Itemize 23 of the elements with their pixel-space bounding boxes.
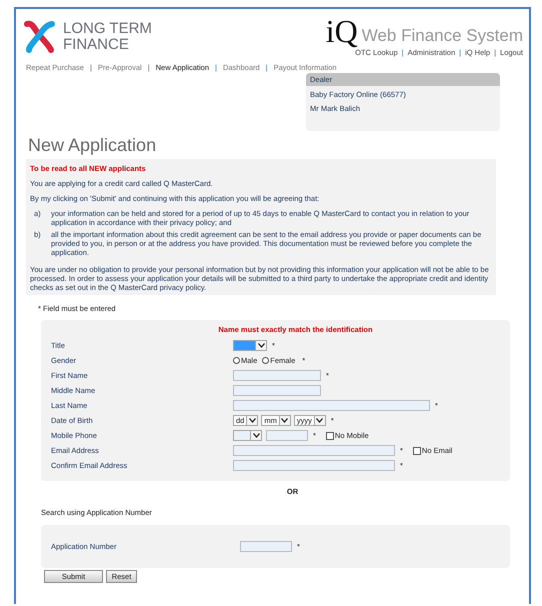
caret-icon [258,343,264,348]
logo-icon [23,18,57,54]
title-select[interactable] [233,340,267,351]
checkbox[interactable] [326,432,334,440]
caret-icon [316,418,324,423]
text-field[interactable] [240,541,292,552]
brand-mark: iQ [326,16,358,46]
caret-icon [248,418,256,423]
page-title: New Application [28,135,158,156]
text-field[interactable] [233,385,321,396]
text-field[interactable] [233,460,395,471]
text-field[interactable] [266,430,308,441]
caret-icon [252,433,260,438]
text-field[interactable] [233,445,395,456]
radio-button[interactable] [262,357,270,364]
checkbox[interactable] [412,446,421,454]
logo-text: LONG TERM FINANCE [63,20,152,52]
text-field[interactable] [233,400,430,411]
text-field[interactable] [233,370,321,381]
brand-name: Web Finance System [362,26,523,46]
prefix-select[interactable] [233,430,262,441]
radio-button[interactable] [233,357,240,364]
caret-icon [281,418,288,423]
